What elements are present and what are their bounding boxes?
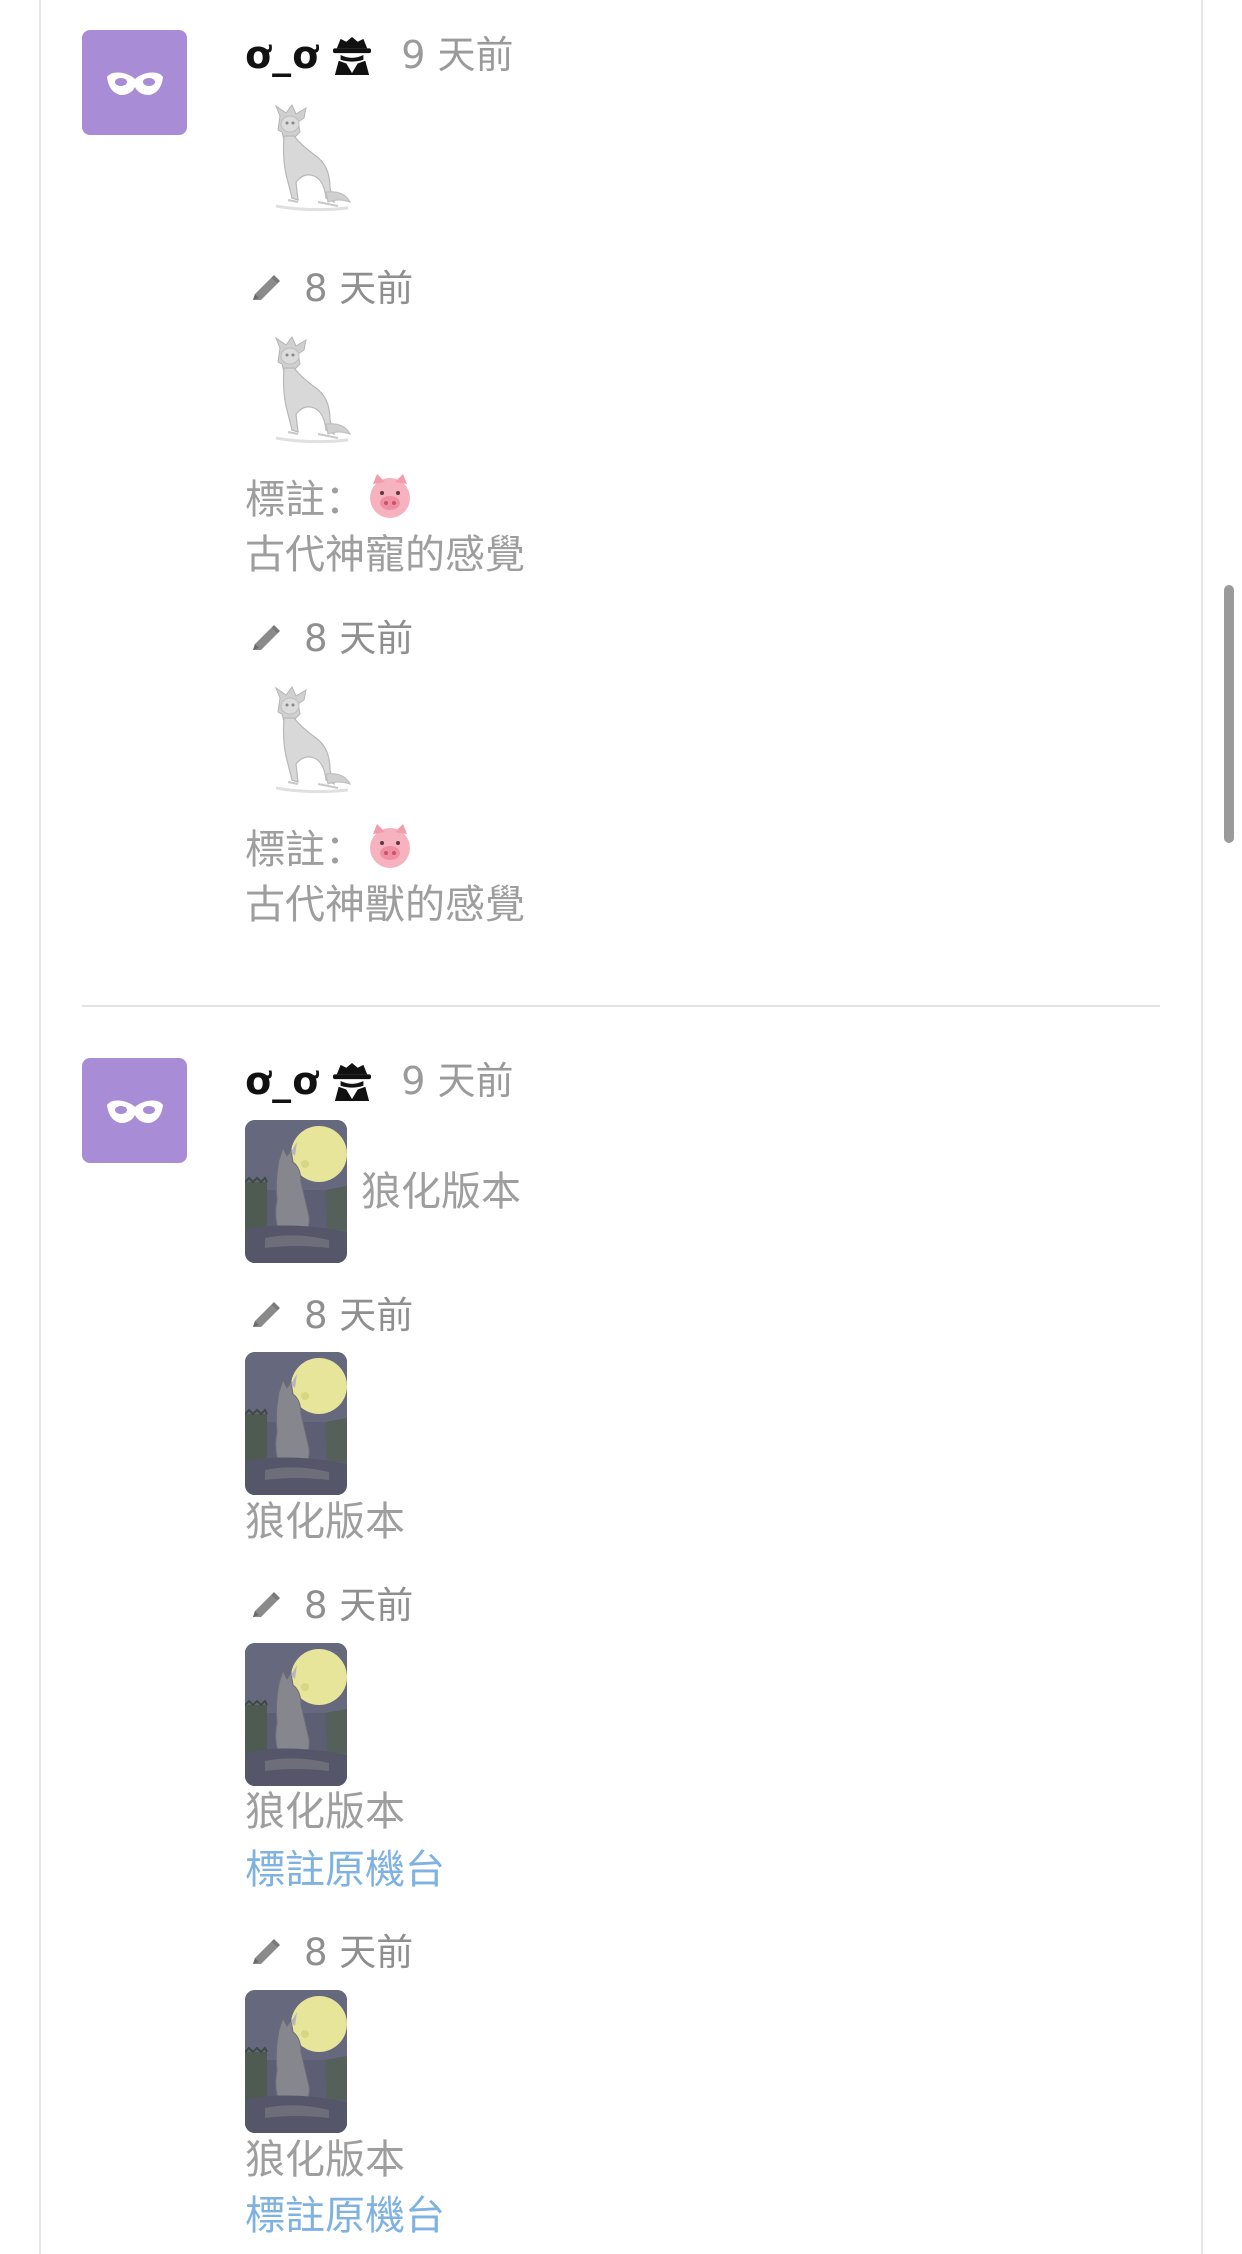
wolf-sketch-image[interactable]	[258, 684, 358, 802]
spy-icon	[333, 1062, 372, 1101]
wolf-sketch-image[interactable]	[258, 334, 358, 452]
post-time: 9 天前	[401, 1059, 514, 1103]
edit-entry-header: 8 天前	[248, 1297, 413, 1334]
wolf-sketch-image[interactable]	[258, 102, 358, 220]
edit-time: 8 天前	[304, 1931, 414, 1974]
edit-time: 8 天前	[304, 1584, 414, 1627]
edit-time: 8 天前	[304, 267, 414, 310]
edit-entry-header: 8 天前	[248, 1587, 413, 1624]
scrollbar[interactable]	[1224, 585, 1234, 843]
original-content: 狼化版本	[245, 1120, 521, 1263]
avatar[interactable]	[82, 30, 187, 135]
pencil-icon	[253, 1591, 280, 1617]
post-header: ơ_ơ 9 天前	[245, 34, 513, 76]
edit-entry-header: 8 天前	[248, 620, 413, 657]
pencil-icon	[253, 274, 280, 300]
pig-icon	[370, 824, 410, 868]
edit-text: 狼化版本	[245, 1789, 405, 1835]
werewolf-moon-image[interactable]	[245, 1990, 347, 2133]
caption-text: 狼化版本	[361, 1168, 521, 1215]
edit-text: 狼化版本	[245, 2137, 405, 2183]
content-border-left	[39, 0, 41, 2254]
note-label: 標註：	[245, 827, 365, 873]
post-header: ơ_ơ 9 天前	[245, 1060, 513, 1102]
note-label: 標註：	[245, 477, 365, 523]
author-name[interactable]: ơ_ơ	[245, 1062, 319, 1100]
pig-icon	[370, 474, 410, 518]
werewolf-moon-image[interactable]	[245, 1120, 347, 1263]
mask-icon	[106, 1100, 163, 1123]
pencil-icon	[253, 1301, 280, 1327]
pencil-icon	[253, 624, 280, 650]
edit-text: 古代神寵的感覺	[245, 532, 525, 578]
content-border-right	[1201, 0, 1203, 2254]
author-name[interactable]: ơ_ơ	[245, 36, 319, 74]
tag-original-machine-link[interactable]: 標註原機台	[245, 2196, 445, 2236]
post-time: 9 天前	[401, 33, 514, 77]
tag-original-machine-link[interactable]: 標註原機台	[245, 1850, 445, 1890]
werewolf-moon-image[interactable]	[245, 1352, 347, 1495]
post-separator	[82, 1005, 1160, 1007]
edit-entry-header: 8 天前	[248, 270, 413, 307]
werewolf-moon-image[interactable]	[245, 1643, 347, 1786]
pencil-icon	[253, 1938, 280, 1964]
edit-entry-header: 8 天前	[248, 1934, 413, 1971]
edit-text: 古代神獸的感覺	[245, 882, 525, 928]
note-row: 標註：	[245, 472, 415, 520]
spy-icon	[333, 36, 372, 75]
avatar[interactable]	[82, 1058, 187, 1163]
edit-time: 8 天前	[304, 1294, 414, 1337]
edit-history-page: ơ_ơ 9 天前 8 天前 標註： 古代神寵的感覺 8 天前 標註： 古代神獸的…	[0, 0, 1242, 2254]
edit-text: 狼化版本	[245, 1499, 405, 1545]
edit-time: 8 天前	[304, 617, 414, 660]
mask-icon	[106, 72, 163, 95]
note-row: 標註：	[245, 822, 415, 870]
